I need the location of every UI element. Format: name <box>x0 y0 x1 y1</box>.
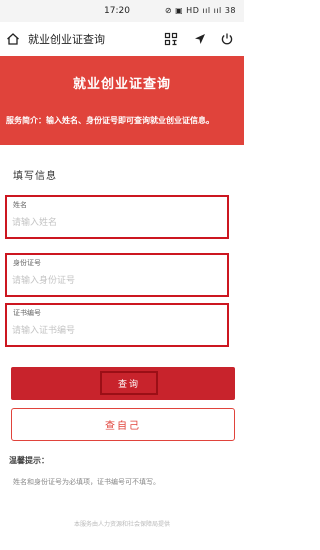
certificate-number-label: 证书编号 <box>13 309 41 317</box>
query-self-button[interactable]: 查自己 <box>11 408 235 441</box>
id-number-field[interactable]: 身份证号 <box>5 253 229 297</box>
id-number-label: 身份证号 <box>13 259 41 267</box>
name-input[interactable] <box>12 213 220 233</box>
status-time: 17:20 <box>104 6 130 16</box>
location-icon[interactable] <box>192 31 208 47</box>
name-label: 姓名 <box>13 201 27 209</box>
banner-title: 就业创业证查询 <box>72 77 171 92</box>
form-section-title: 填写信息 <box>13 171 57 182</box>
scan-icon[interactable] <box>163 31 179 47</box>
tips-title: 温馨提示： <box>9 456 49 465</box>
nav-bar: 就业创业证查询 <box>0 22 244 57</box>
power-icon[interactable] <box>219 31 235 47</box>
query-button-bar[interactable]: 查询 <box>11 367 235 400</box>
id-number-input[interactable] <box>12 271 220 291</box>
tips-text: 姓名和身份证号为必填项，证书编号可不填写。 <box>13 478 160 486</box>
status-bar: 17:20 ⊘ ▣ HD ııl ııl 38 <box>0 0 244 22</box>
status-icons: ⊘ ▣ HD ııl ııl 38 <box>164 6 236 15</box>
name-field[interactable]: 姓名 <box>5 195 229 239</box>
footer-text: 本服务由人力资源和社会保障局提供 <box>73 521 170 528</box>
service-description: 服务简介：输入姓名、身份证号即可查询就业创业证信息。 <box>6 116 214 125</box>
page-title: 就业创业证查询 <box>28 33 105 46</box>
header-banner: 就业创业证查询 服务简介：输入姓名、身份证号即可查询就业创业证信息。 <box>0 56 244 145</box>
home-icon[interactable] <box>5 31 21 47</box>
query-button[interactable]: 查询 <box>100 371 158 395</box>
certificate-number-field[interactable]: 证书编号 <box>5 303 229 347</box>
certificate-number-input[interactable] <box>12 321 220 341</box>
